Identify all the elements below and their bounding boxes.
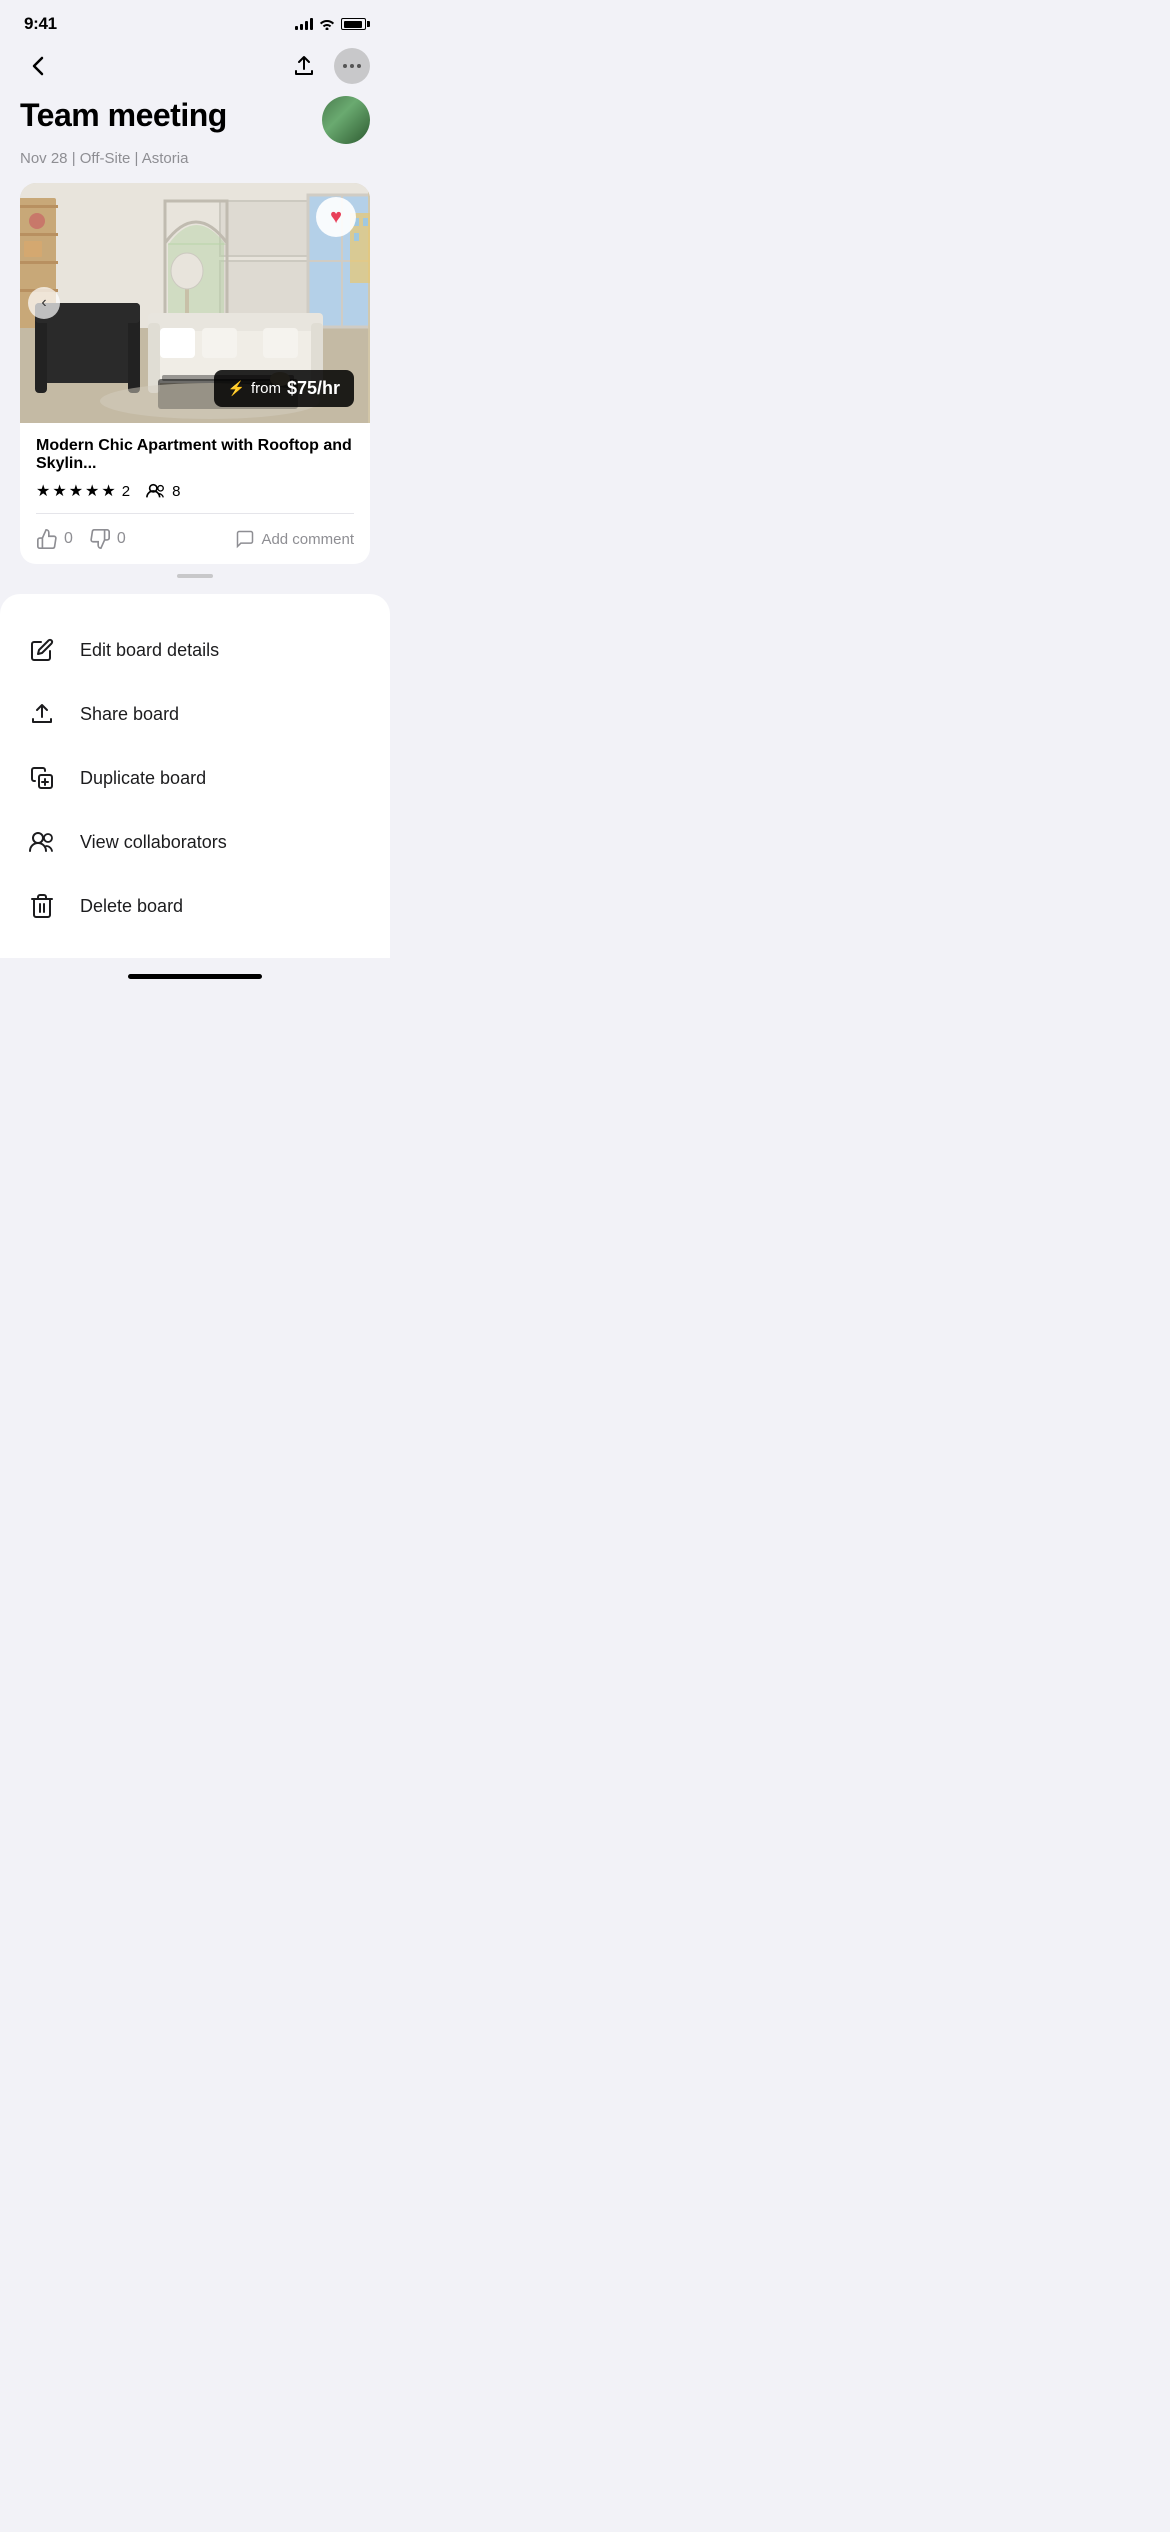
thumbs-up-button[interactable]: 0 bbox=[36, 528, 73, 550]
vote-section: 0 0 bbox=[36, 528, 126, 550]
status-bar: 9:41 bbox=[0, 0, 390, 40]
share-icon bbox=[28, 700, 56, 728]
lightning-icon: ⚡ bbox=[228, 380, 245, 397]
capacity: 8 bbox=[146, 483, 180, 500]
thumbsup-count: 0 bbox=[64, 530, 73, 548]
price-badge: ⚡ from $75/hr bbox=[214, 370, 354, 407]
delete-board-item[interactable]: Delete board bbox=[0, 874, 390, 938]
upload-button[interactable] bbox=[286, 48, 322, 84]
nav-bar bbox=[0, 40, 390, 96]
battery-icon bbox=[341, 18, 366, 30]
comment-icon bbox=[235, 529, 255, 549]
status-icons bbox=[295, 18, 366, 30]
trash-icon bbox=[28, 892, 56, 920]
duplicate-board-label: Duplicate board bbox=[80, 768, 206, 789]
view-collaborators-item[interactable]: View collaborators bbox=[0, 810, 390, 874]
share-board-item[interactable]: Share board bbox=[0, 682, 390, 746]
signal-icon bbox=[295, 18, 313, 30]
thumbsdown-icon bbox=[89, 528, 111, 550]
view-collaborators-label: View collaborators bbox=[80, 832, 227, 853]
listing-title: Modern Chic Apartment with Rooftop and S… bbox=[36, 437, 354, 473]
card-body: Modern Chic Apartment with Rooftop and S… bbox=[20, 423, 370, 513]
card-footer: 0 0 Add comment bbox=[20, 514, 370, 564]
board-meta: Nov 28 | Off-Site | Astoria bbox=[20, 150, 370, 167]
capacity-count: 8 bbox=[172, 483, 180, 500]
collaborators-icon bbox=[28, 828, 56, 856]
more-button[interactable] bbox=[334, 48, 370, 84]
star-5: ★ bbox=[101, 481, 115, 501]
listing-card: ♥ ‹ ⚡ from $75/hr Modern Chic Apartment … bbox=[20, 183, 370, 564]
share-board-label: Share board bbox=[80, 704, 179, 725]
listing-image: ♥ ‹ ⚡ from $75/hr bbox=[20, 183, 370, 423]
duplicate-board-item[interactable]: Duplicate board bbox=[0, 746, 390, 810]
thumbsup-icon bbox=[36, 528, 58, 550]
edit-board-label: Edit board details bbox=[80, 640, 219, 661]
wifi-icon bbox=[319, 18, 335, 30]
board-header: Team meeting bbox=[20, 96, 370, 144]
nav-actions bbox=[286, 48, 370, 84]
thumbsdown-count: 0 bbox=[117, 530, 126, 548]
people-icon bbox=[146, 483, 166, 499]
star-4: ★ bbox=[85, 481, 99, 501]
thumbs-down-button[interactable]: 0 bbox=[89, 528, 126, 550]
duplicate-icon bbox=[28, 764, 56, 792]
home-indicator bbox=[128, 974, 262, 979]
star-1: ★ bbox=[36, 481, 50, 501]
board-title: Team meeting bbox=[20, 96, 227, 134]
drag-handle bbox=[177, 574, 213, 578]
favorite-button[interactable]: ♥ bbox=[316, 197, 356, 237]
back-button[interactable] bbox=[20, 48, 56, 84]
pencil-icon bbox=[28, 636, 56, 664]
review-count: 2 bbox=[122, 483, 130, 500]
status-time: 9:41 bbox=[24, 14, 57, 34]
price-value: $75/hr bbox=[287, 378, 340, 399]
main-content: Team meeting Nov 28 | Off-Site | Astoria bbox=[0, 96, 390, 578]
add-comment-button[interactable]: Add comment bbox=[235, 529, 354, 549]
listing-meta: ★ ★ ★ ★ ★ 2 8 bbox=[36, 481, 354, 501]
image-prev-button[interactable]: ‹ bbox=[28, 287, 60, 319]
edit-board-item[interactable]: Edit board details bbox=[0, 618, 390, 682]
rating-stars: ★ ★ ★ ★ ★ 2 bbox=[36, 481, 130, 501]
delete-board-label: Delete board bbox=[80, 896, 183, 917]
bottom-sheet: Edit board details Share board Duplicate… bbox=[0, 594, 390, 958]
add-comment-label: Add comment bbox=[261, 531, 354, 548]
star-2: ★ bbox=[52, 481, 66, 501]
star-3: ★ bbox=[69, 481, 83, 501]
price-prefix: from bbox=[251, 380, 281, 397]
avatar bbox=[322, 96, 370, 144]
